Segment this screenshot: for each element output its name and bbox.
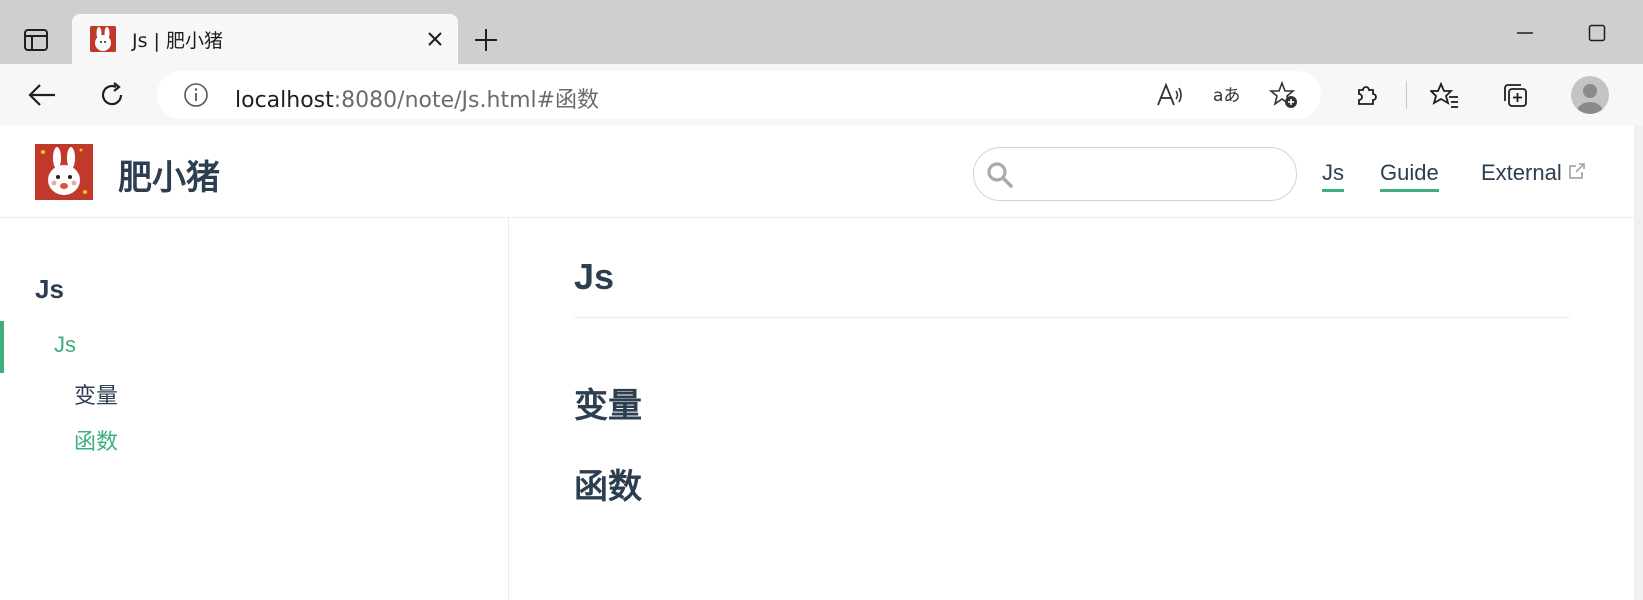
search-box[interactable] — [973, 147, 1297, 201]
site-navbar: 肥小猪 Js Guide External — [0, 126, 1634, 218]
heading-divider — [574, 317, 1570, 318]
sidebar-subitem-variables[interactable]: 变量 — [74, 378, 118, 410]
nav-link-external[interactable]: External — [1481, 160, 1586, 189]
nav-link-guide[interactable]: Guide — [1380, 160, 1439, 192]
svg-text:aあ: aあ — [1213, 86, 1240, 106]
tab-title: Js | 肥小猪 — [132, 29, 223, 52]
plus-icon — [475, 29, 497, 51]
page-viewport: 肥小猪 Js Guide External Js Js 变量 函数 Js 变量 … — [0, 126, 1634, 600]
sidebar-group-title[interactable]: Js — [35, 274, 64, 305]
main-content: Js 变量 函数 — [574, 218, 1570, 600]
address-bar[interactable]: localhost:8080/note/Js.html#函数 aあ — [157, 71, 1321, 119]
back-arrow-icon[interactable] — [20, 74, 64, 116]
profile-avatar-icon[interactable] — [1571, 76, 1609, 114]
favorites-icon[interactable] — [1423, 74, 1467, 116]
maximize-icon[interactable] — [1572, 18, 1622, 48]
puzzle-icon[interactable] — [1345, 74, 1389, 116]
nav-link-js[interactable]: Js — [1322, 160, 1344, 192]
minimize-icon[interactable] — [1500, 18, 1550, 48]
scrollbar-track[interactable] — [1634, 126, 1643, 600]
collections-icon[interactable] — [1494, 74, 1538, 116]
tab-favicon — [90, 26, 116, 52]
info-icon[interactable] — [183, 82, 209, 108]
section-heading-functions: 函数 — [574, 467, 642, 507]
search-icon — [986, 161, 1014, 189]
url-path: :8080/note/Js.html#函数 — [333, 88, 600, 113]
sidebar-item-js[interactable]: Js — [54, 332, 76, 358]
translate-icon[interactable]: aあ — [1210, 79, 1244, 111]
close-icon[interactable] — [420, 24, 450, 54]
external-link-icon — [1568, 163, 1585, 179]
search-input[interactable] — [1024, 158, 1284, 190]
browser-tab-strip: Js | 肥小猪 — [0, 0, 1643, 64]
new-tab-button[interactable] — [466, 20, 506, 60]
section-heading-variables: 变量 — [574, 386, 642, 426]
refresh-icon[interactable] — [90, 74, 134, 116]
tab-actions-icon[interactable] — [16, 22, 56, 58]
page-title: Js — [574, 256, 615, 297]
nav-link-external-label: External — [1481, 160, 1562, 185]
browser-toolbar: localhost:8080/note/Js.html#函数 aあ — [0, 64, 1643, 126]
sidebar-active-indicator — [0, 321, 4, 373]
toolbar-divider — [1406, 81, 1407, 109]
read-aloud-icon[interactable] — [1153, 79, 1187, 111]
add-favorite-icon[interactable] — [1267, 79, 1301, 111]
site-title[interactable]: 肥小猪 — [118, 150, 220, 199]
sidebar-subitem-functions[interactable]: 函数 — [74, 424, 118, 456]
site-logo[interactable] — [35, 144, 93, 200]
url-host: localhost — [235, 88, 334, 113]
address-url[interactable]: localhost:8080/note/Js.html#函数 — [235, 82, 599, 114]
browser-tab-active[interactable]: Js | 肥小猪 — [72, 14, 458, 64]
sidebar: Js Js 变量 函数 — [0, 218, 509, 600]
